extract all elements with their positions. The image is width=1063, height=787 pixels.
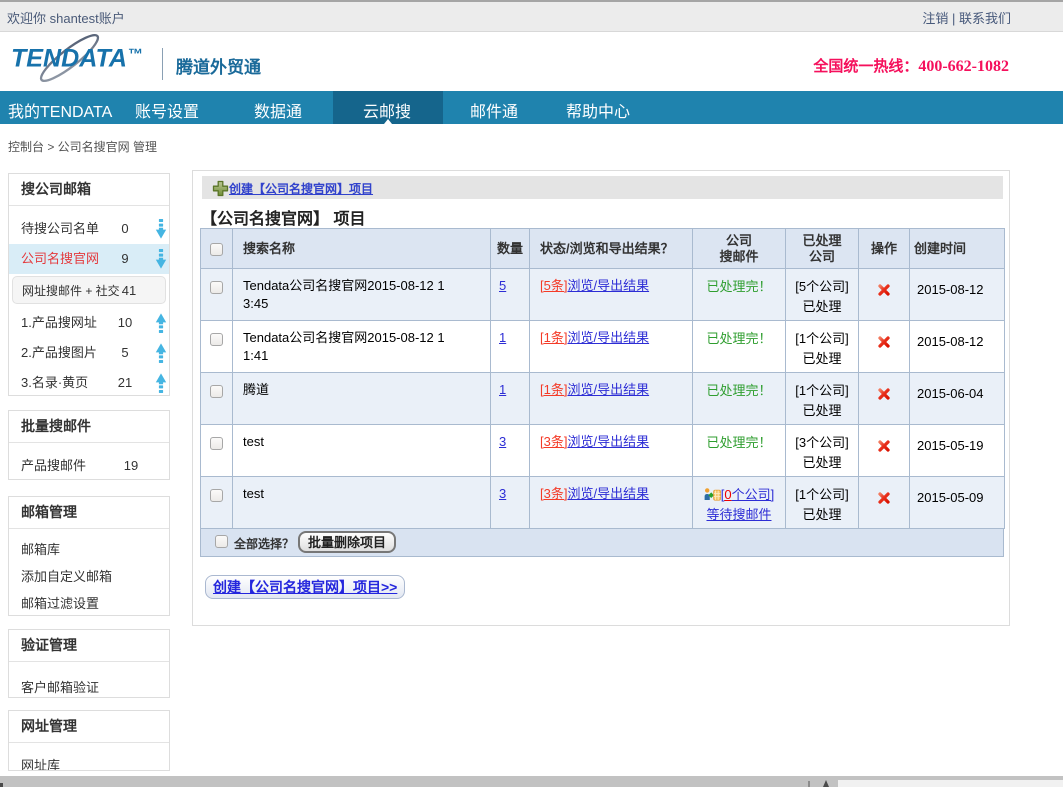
svg-text:TENDATA: TENDATA [11, 45, 127, 72]
svg-text:™: ™ [128, 46, 143, 63]
